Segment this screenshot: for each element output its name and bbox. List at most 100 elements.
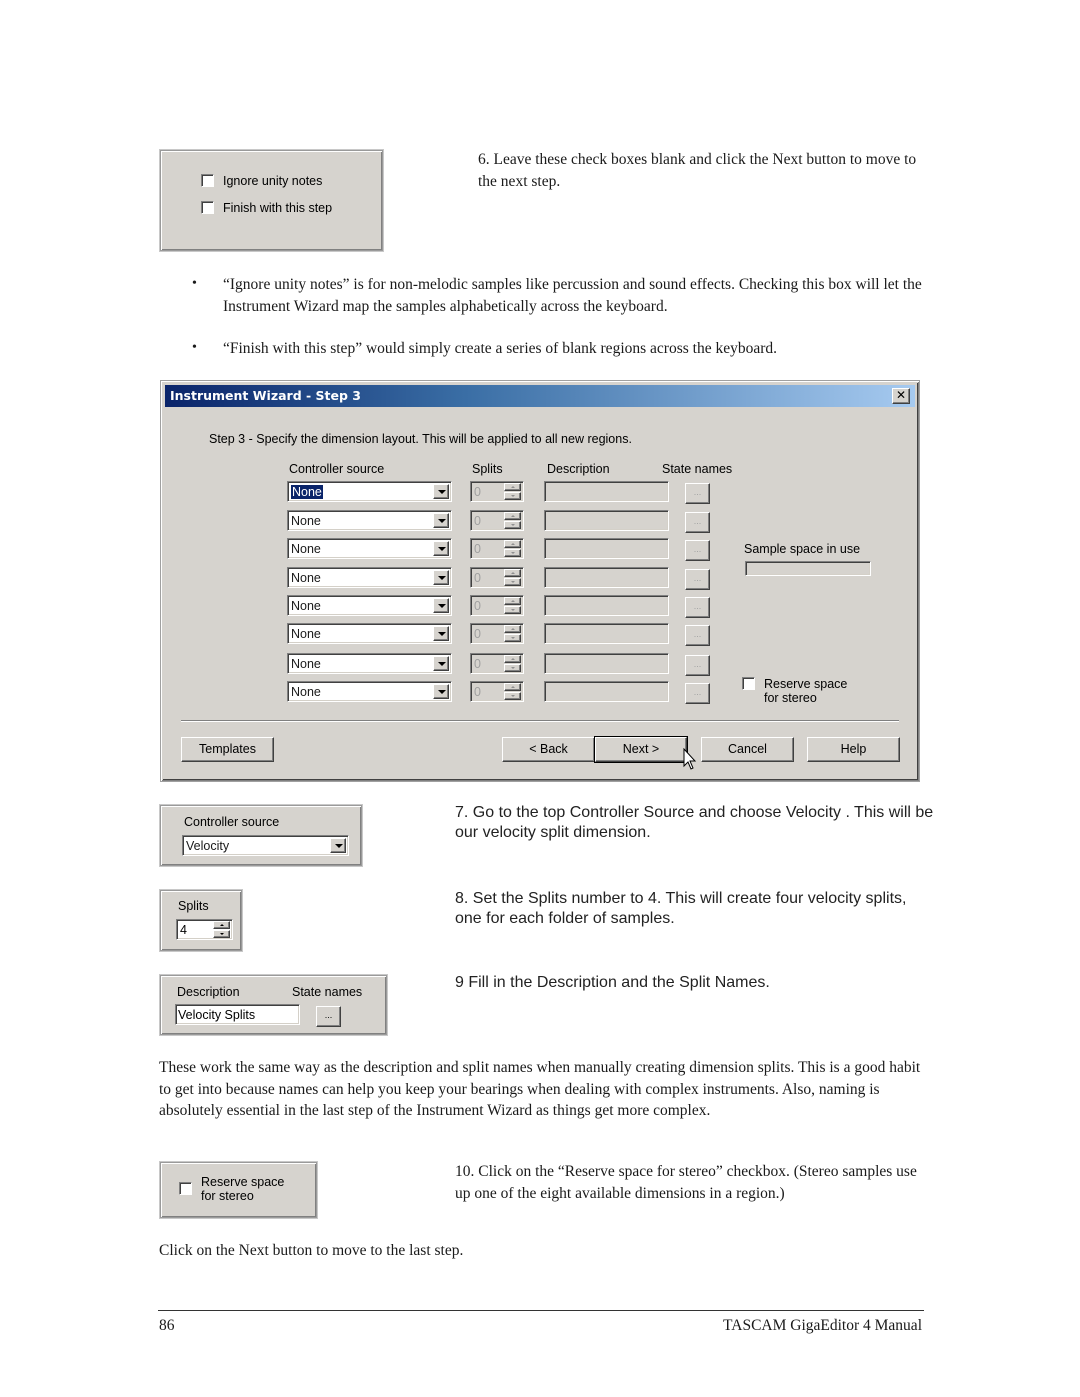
state-names-button[interactable]: ... [685,483,710,504]
chevron-down-icon[interactable] [433,513,449,528]
controller-source-dropdown[interactable]: None [287,481,452,502]
splits-stepper[interactable]: 0 [470,681,524,702]
controller-source-dropdown[interactable]: None [287,681,452,702]
state-names-button[interactable]: ... [316,1006,341,1027]
splits-value: 0 [474,485,481,499]
spin-down-icon[interactable] [504,634,521,642]
reserve-stereo-snippet-checkbox[interactable] [179,1182,192,1200]
chevron-down-icon[interactable] [433,541,449,556]
splits-stepper[interactable]: 0 [470,567,524,588]
dropdown-value: None [291,485,323,499]
state-names-label: State names [292,985,363,999]
description-input[interactable] [544,653,669,674]
back-button[interactable]: < Back [502,737,595,762]
state-names-button[interactable]: ... [685,540,710,561]
controller-source-dropdown[interactable]: None [287,653,452,674]
ignore-unity-notes-checkbox[interactable]: Ignore unity notes [201,174,322,192]
description-input[interactable] [544,623,669,644]
state-names-button[interactable]: ... [685,569,710,590]
checkbox-box[interactable] [742,677,755,690]
splits-label: Splits [178,899,209,913]
controller-source-label: Controller source [184,815,280,829]
spin-up-icon[interactable] [504,683,521,691]
step-6-text: 6. Leave these check boxes blank and cli… [478,151,917,190]
description-input[interactable] [544,595,669,616]
controller-source-dropdown[interactable]: None [287,567,452,588]
description-input[interactable]: Velocity Splits [175,1004,300,1025]
chevron-down-icon[interactable] [330,838,346,853]
finish-step-checkbox[interactable]: Finish with this step [201,201,332,219]
help-button[interactable]: Help [807,737,900,762]
chevron-down-icon[interactable] [433,626,449,641]
spin-down-icon[interactable] [504,521,521,529]
chevron-down-icon[interactable] [433,656,449,671]
spin-up-icon[interactable] [504,625,521,633]
description-label: Description [177,985,240,999]
state-names-button[interactable]: ... [685,597,710,618]
splits-stepper[interactable]: 0 [470,653,524,674]
state-names-button[interactable]: ... [685,655,710,676]
reserve-stereo-snippet-line1: Reserve space [201,1175,285,1189]
footer-rule [158,1310,924,1311]
spin-up-icon[interactable] [213,921,230,929]
controller-source-dropdown[interactable]: None [287,623,452,644]
checkbox-box[interactable] [201,174,214,187]
spin-down-icon[interactable] [504,492,521,500]
spin-down-icon[interactable] [504,664,521,672]
chevron-down-icon[interactable] [433,570,449,585]
splits-value: 0 [474,514,481,528]
step-8-text: 8. Set the Splits number to 4. This will… [455,890,907,927]
close-icon[interactable]: ✕ [892,388,910,404]
description-input[interactable] [544,510,669,531]
spin-down-icon[interactable] [504,606,521,614]
step-instruction: Step 3 - Specify the dimension layout. T… [209,432,632,446]
splits-stepper[interactable]: 0 [470,481,524,502]
spin-down-icon[interactable] [504,692,521,700]
spin-up-icon[interactable] [504,597,521,605]
state-names-button[interactable]: ... [685,512,710,533]
controller-source-dropdown[interactable]: Velocity [182,835,349,856]
checkbox-box[interactable] [179,1182,192,1195]
description-input[interactable] [544,481,669,502]
dialog-titlebar[interactable]: Instrument Wizard - Step 3 ✕ [165,385,915,407]
spin-up-icon[interactable] [504,655,521,663]
checkbox-label: Ignore unity notes [223,174,323,188]
column-description: Description [547,462,610,476]
controller-source-dropdown[interactable]: None [287,595,452,616]
splits-stepper[interactable]: 0 [470,623,524,644]
chevron-down-icon[interactable] [433,484,449,499]
checkbox-box[interactable] [201,201,214,214]
splits-stepper[interactable]: 4 [176,919,233,940]
reserve-stereo-snippet: Reserve space for stereo [160,1162,317,1218]
spin-up-icon[interactable] [504,569,521,577]
templates-button[interactable]: Templates [181,737,274,762]
description-input[interactable] [544,538,669,559]
splits-stepper[interactable]: 0 [470,595,524,616]
reserve-stereo-checkbox[interactable] [742,677,755,695]
controller-source-dropdown[interactable]: None [287,538,452,559]
description-input[interactable] [544,567,669,588]
chevron-down-icon[interactable] [433,684,449,699]
dropdown-value: None [291,514,321,528]
dropdown-value: Velocity [186,839,230,853]
splits-stepper[interactable]: 0 [470,538,524,559]
spin-down-icon[interactable] [504,578,521,586]
sample-space-label: Sample space in use [744,542,861,556]
spin-down-icon[interactable] [504,549,521,557]
cancel-button[interactable]: Cancel [701,737,794,762]
spin-down-icon[interactable] [213,930,230,938]
splits-stepper[interactable]: 0 [470,510,524,531]
spin-up-icon[interactable] [504,512,521,520]
dropdown-value: None [291,627,321,641]
chevron-down-icon[interactable] [433,598,449,613]
next-button[interactable]: Next > [594,736,688,763]
description-value: Velocity Splits [178,1008,256,1022]
separator [181,720,899,722]
state-names-button[interactable]: ... [685,625,710,646]
description-input[interactable] [544,681,669,702]
controller-source-dropdown[interactable]: None [287,510,452,531]
state-names-button[interactable]: ... [685,683,710,704]
spin-up-icon[interactable] [504,540,521,548]
splits-snippet: Splits 4 [160,890,242,951]
spin-up-icon[interactable] [504,483,521,491]
